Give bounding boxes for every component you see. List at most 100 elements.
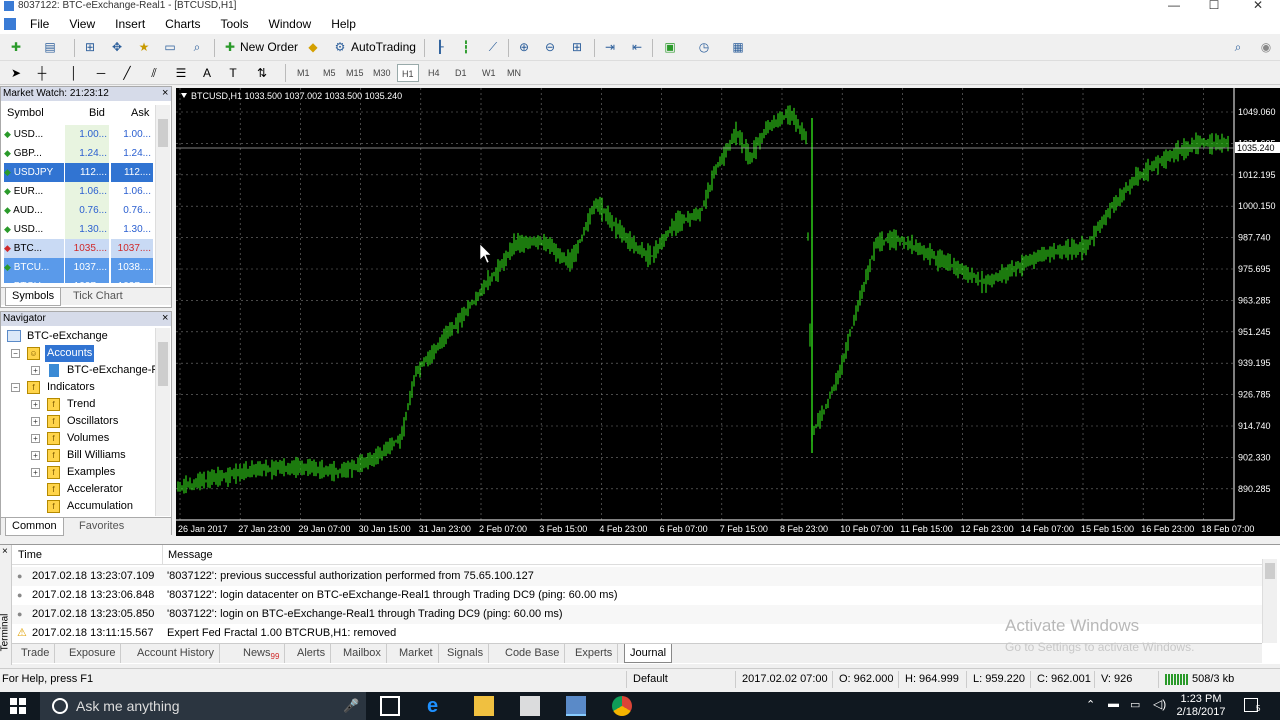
market-watch-row[interactable]: ◆ BTCU... 1037.... 1038....: [1, 258, 153, 277]
market-watch-row[interactable]: ◆ GBP... 1.24... 1.24...: [1, 144, 153, 163]
menu-insert[interactable]: Insert: [105, 17, 155, 31]
text-icon[interactable]: A: [197, 63, 217, 83]
text-label-icon[interactable]: T: [223, 63, 243, 83]
data-window-icon[interactable]: ✥: [107, 37, 127, 57]
tf-m15[interactable]: M15: [342, 64, 368, 82]
channel-icon[interactable]: ⫽: [144, 63, 164, 83]
network-icon[interactable]: ▭: [1130, 698, 1140, 711]
new-chart-icon[interactable]: ✚: [6, 37, 26, 57]
navigator-scrollbar[interactable]: [155, 328, 170, 516]
horizontal-line-icon[interactable]: ─: [91, 63, 111, 83]
tab-signals[interactable]: Signals: [442, 644, 490, 663]
col-symbol[interactable]: Symbol: [7, 107, 44, 119]
tab-symbols[interactable]: Symbols: [5, 288, 62, 306]
tile-windows-icon[interactable]: ⊞: [567, 37, 587, 57]
nav-account-item[interactable]: + BTC-eExchange-Real1: [29, 362, 155, 379]
new-order-icon[interactable]: ✚: [220, 37, 240, 57]
periods-icon[interactable]: ◷: [694, 37, 714, 57]
collapse-icon[interactable]: −: [11, 349, 20, 358]
menu-window[interactable]: Window: [259, 17, 322, 31]
market-watch-row[interactable]: ◆ AUD... 0.76... 0.76...: [1, 201, 153, 220]
col-bid[interactable]: Bid: [89, 107, 105, 119]
menu-help[interactable]: Help: [321, 17, 366, 31]
chart-canvas[interactable]: 1049.0601024.6051012.1951000.150987.7409…: [176, 88, 1280, 536]
journal-row[interactable]: ● 2017.02.18 13:23:06.848 '8037122': login…: [12, 586, 1262, 605]
maximize-button[interactable]: ☐: [1194, 0, 1234, 12]
market-watch-row[interactable]: ◆ BTC... 1035.... 1037....: [1, 239, 153, 258]
community-icon[interactable]: ◉: [1256, 37, 1276, 57]
cursor-icon[interactable]: ➤: [6, 63, 26, 83]
market-watch-row[interactable]: ◆ BTCU... 1037....1037....: [1, 277, 153, 283]
task-view-icon[interactable]: [380, 696, 400, 716]
tab-alerts[interactable]: Alerts: [292, 644, 332, 663]
tab-journal[interactable]: Journal: [624, 644, 673, 663]
tab-news[interactable]: News99: [238, 644, 286, 663]
menu-charts[interactable]: Charts: [155, 17, 210, 31]
taskbar-clock[interactable]: 1:23 PM 2/18/2017: [1176, 693, 1226, 719]
market-watch-row[interactable]: ◆ USD... 1.30... 1.30...: [1, 220, 153, 239]
expand-icon[interactable]: +: [31, 366, 40, 375]
file-explorer-icon[interactable]: [474, 696, 494, 716]
tab-account-history[interactable]: Account History: [132, 644, 221, 663]
strategy-tester-icon[interactable]: ⌕: [187, 37, 207, 57]
search-icon[interactable]: ⌕: [1228, 37, 1248, 57]
metatrader-taskbar-icon[interactable]: [566, 696, 586, 716]
arrows-icon[interactable]: ⇅: [252, 63, 272, 83]
collapse-icon[interactable]: −: [11, 383, 20, 392]
tab-tick-chart[interactable]: Tick Chart: [67, 288, 129, 306]
tf-m30[interactable]: M30: [369, 64, 395, 82]
indicators-icon[interactable]: ▣: [660, 37, 680, 57]
new-order-button[interactable]: New Order: [240, 40, 298, 54]
col-message[interactable]: Message: [168, 549, 213, 561]
tf-w1[interactable]: W1: [478, 64, 500, 82]
trendline-icon[interactable]: ╱: [117, 63, 137, 83]
market-watch-icon[interactable]: ⊞: [80, 37, 100, 57]
chrome-icon[interactable]: [612, 696, 632, 716]
edge-icon[interactable]: e: [427, 696, 447, 716]
profiles-icon[interactable]: ▤: [40, 37, 60, 57]
col-time[interactable]: Time: [18, 549, 42, 561]
journal-row[interactable]: ● 2017.02.18 13:23:07.109 '8037122': previ…: [12, 567, 1262, 586]
volume-icon[interactable]: ◁): [1153, 697, 1166, 711]
tab-common[interactable]: Common: [5, 518, 64, 536]
tab-exposure[interactable]: Exposure: [64, 644, 122, 663]
templates-icon[interactable]: ▦: [728, 37, 748, 57]
expand-icon[interactable]: +: [31, 417, 40, 426]
autotrading-button[interactable]: AutoTrading: [351, 40, 416, 54]
store-icon[interactable]: [520, 696, 540, 716]
minimize-button[interactable]: —: [1154, 0, 1194, 12]
tab-experts[interactable]: Experts: [570, 644, 619, 663]
zoom-in-icon[interactable]: ⊕: [514, 37, 534, 57]
connection-icon[interactable]: [1165, 674, 1189, 685]
terminal-icon[interactable]: ▭: [160, 37, 180, 57]
vertical-line-icon[interactable]: │: [64, 63, 84, 83]
price-chart[interactable]: 1049.0601024.6051012.1951000.150987.7409…: [176, 88, 1280, 536]
close-icon[interactable]: ×: [162, 87, 168, 99]
tf-mn[interactable]: MN: [503, 64, 525, 82]
tf-h1[interactable]: H1: [397, 64, 419, 82]
autoscroll-icon[interactable]: ⇥: [600, 37, 620, 57]
tf-d1[interactable]: D1: [451, 64, 471, 82]
power-icon[interactable]: ▬: [1108, 698, 1119, 710]
expand-icon[interactable]: +: [31, 400, 40, 409]
tf-h4[interactable]: H4: [424, 64, 444, 82]
menu-tools[interactable]: Tools: [211, 17, 259, 31]
terminal-scrollbar[interactable]: [1262, 559, 1277, 643]
bar-chart-icon[interactable]: ┠: [430, 37, 450, 57]
close-icon[interactable]: ×: [162, 312, 168, 324]
col-ask[interactable]: Ask: [131, 107, 149, 119]
microphone-icon[interactable]: 🎤: [343, 698, 359, 714]
tab-favorites[interactable]: Favorites: [73, 518, 130, 536]
tab-market[interactable]: Market: [394, 644, 439, 663]
chart-menu-icon[interactable]: [181, 93, 187, 98]
tf-m5[interactable]: M5: [319, 64, 340, 82]
close-icon[interactable]: ×: [2, 546, 8, 557]
fibonacci-icon[interactable]: ☰: [171, 63, 191, 83]
line-chart-icon[interactable]: ⟋: [483, 37, 503, 57]
candlestick-icon[interactable]: ┇: [456, 37, 476, 57]
market-watch-row[interactable]: ◆ EUR... 1.06... 1.06...: [1, 182, 153, 201]
zoom-out-icon[interactable]: ⊖: [540, 37, 560, 57]
expand-icon[interactable]: +: [31, 451, 40, 460]
close-button[interactable]: ✕: [1238, 0, 1278, 12]
tab-code-base[interactable]: Code Base: [500, 644, 566, 663]
